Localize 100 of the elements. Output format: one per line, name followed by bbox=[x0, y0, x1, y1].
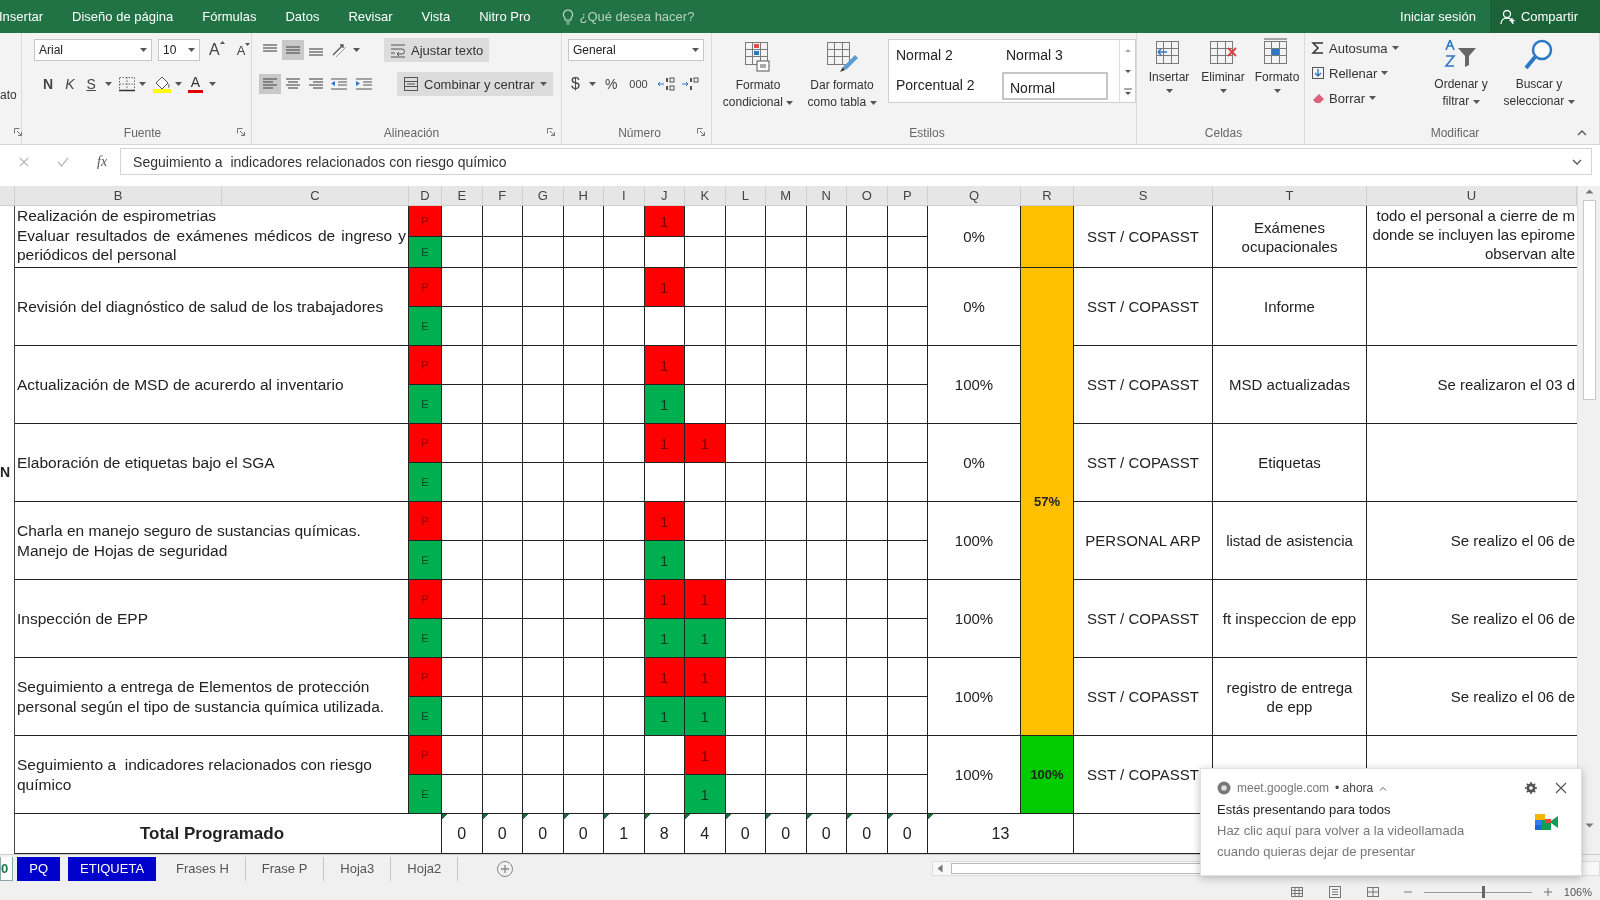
ribbon-tab[interactable]: Vista bbox=[421, 9, 451, 24]
caret-icon[interactable] bbox=[588, 82, 596, 86]
clear-button[interactable]: Borrar bbox=[1311, 88, 1419, 108]
close-icon[interactable] bbox=[1555, 782, 1567, 794]
page-break-icon[interactable] bbox=[1365, 886, 1380, 898]
scroll-down-icon[interactable] bbox=[1584, 823, 1594, 829]
caret-icon[interactable] bbox=[188, 48, 195, 52]
dialog-launcher-icon[interactable] bbox=[14, 128, 22, 136]
sign-in-link[interactable]: Iniciar sesión bbox=[1400, 9, 1476, 24]
bold-button[interactable]: N bbox=[40, 74, 57, 94]
format-as-table-button[interactable]: Dar formato como tabla bbox=[802, 39, 882, 111]
currency-button[interactable]: $ bbox=[568, 73, 583, 95]
sheet-tab[interactable]: Hoja2 bbox=[391, 856, 459, 881]
settings-icon[interactable] bbox=[1525, 782, 1537, 794]
expand-formula-bar-icon[interactable] bbox=[1572, 158, 1582, 165]
borders-icon[interactable] bbox=[117, 76, 136, 92]
caret-icon[interactable] bbox=[869, 100, 877, 105]
caret-icon[interactable] bbox=[138, 82, 146, 86]
scrollbar-thumb[interactable] bbox=[1582, 200, 1596, 400]
find-select-button[interactable]: Buscar y seleccionar bbox=[1503, 38, 1575, 110]
font-color-button[interactable]: A bbox=[187, 75, 204, 93]
caret-up-icon[interactable] bbox=[219, 41, 225, 44]
align-center-icon[interactable] bbox=[285, 77, 301, 91]
ribbon-tab[interactable]: Fórmulas bbox=[202, 9, 257, 24]
caret-icon[interactable] bbox=[1391, 46, 1399, 50]
slider-thumb[interactable] bbox=[1482, 886, 1486, 898]
increase-indent-icon[interactable] bbox=[355, 77, 373, 91]
ribbon-tab[interactable]: Insertar bbox=[0, 9, 44, 24]
tell-me-field[interactable]: ¿Qué desea hacer? bbox=[579, 9, 720, 24]
fill-color-icon[interactable] bbox=[151, 75, 172, 93]
ribbon-tab[interactable]: Revisar bbox=[348, 9, 393, 24]
cell-style-option[interactable]: Normal bbox=[1002, 72, 1108, 100]
caret-icon[interactable] bbox=[353, 48, 360, 52]
dialog-launcher-icon[interactable] bbox=[237, 128, 245, 136]
add-sheet-icon[interactable] bbox=[496, 859, 515, 878]
percent-button[interactable]: % bbox=[601, 74, 621, 94]
sort-filter-button[interactable]: Ordenar y filtrar bbox=[1425, 38, 1497, 110]
merge-center-button[interactable]: Combinar y centrar bbox=[397, 72, 553, 96]
share-button[interactable]: Compartir bbox=[1489, 0, 1600, 33]
ribbon-tab[interactable]: Nitro Pro bbox=[479, 9, 531, 24]
zoom-in-icon[interactable] bbox=[1543, 888, 1552, 896]
caret-icon[interactable] bbox=[174, 82, 182, 86]
caret-down-icon[interactable] bbox=[245, 42, 251, 46]
caret-icon[interactable] bbox=[1165, 89, 1173, 93]
caret-icon[interactable] bbox=[209, 82, 217, 86]
cell-style-option[interactable]: Normal 2 bbox=[890, 41, 1000, 71]
font-size-field[interactable]: 10 bbox=[158, 39, 200, 61]
collapse-ribbon-icon[interactable] bbox=[1577, 130, 1587, 136]
notification-card[interactable]: meet.google.com • ahora Estás presentando para todos Haz clic aquí para volver a la videollamada cuando quieras dejar de presentar bbox=[1200, 768, 1582, 876]
thousands-button[interactable]: 000 bbox=[626, 76, 651, 92]
ribbon-tab[interactable]: Datos bbox=[285, 9, 320, 24]
page-layout-icon[interactable] bbox=[1327, 886, 1342, 898]
caret-icon[interactable] bbox=[1273, 89, 1281, 93]
caret-icon[interactable] bbox=[786, 100, 794, 105]
delete-cells-button[interactable]: Eliminar bbox=[1197, 38, 1249, 93]
sheet-tab[interactable]: 0 bbox=[0, 856, 14, 881]
ribbon-tab[interactable]: Diseño de página bbox=[72, 9, 174, 24]
caret-icon[interactable] bbox=[1369, 96, 1377, 100]
dialog-launcher-icon[interactable] bbox=[697, 128, 705, 136]
caret-icon[interactable] bbox=[104, 82, 112, 86]
table-cell: E bbox=[409, 307, 442, 346]
sheet-tab[interactable]: Frase P bbox=[245, 856, 325, 881]
sheet-tab[interactable]: ETIQUETA bbox=[68, 856, 157, 881]
italic-button[interactable]: K bbox=[62, 74, 78, 94]
caret-icon[interactable] bbox=[539, 82, 547, 86]
caret-icon[interactable] bbox=[1381, 71, 1389, 75]
underline-button[interactable]: S bbox=[83, 74, 99, 94]
conditional-format-button[interactable]: Formato condicional bbox=[718, 39, 798, 111]
sheet-tab[interactable]: Hoja3 bbox=[324, 856, 392, 881]
align-right-icon[interactable] bbox=[308, 77, 324, 91]
sheet-tab[interactable]: Frases H bbox=[160, 856, 246, 881]
caret-icon[interactable] bbox=[692, 48, 699, 52]
number-format-field[interactable]: General bbox=[568, 39, 704, 61]
scroll-up-icon[interactable] bbox=[1584, 188, 1594, 194]
vertical-scrollbar[interactable] bbox=[1577, 186, 1600, 854]
decrease-font-size-button[interactable]: A bbox=[233, 40, 254, 60]
decrease-indent-icon[interactable] bbox=[330, 77, 348, 91]
formula-field[interactable]: Seguimiento a indicadores relacionados con riesgo químico bbox=[120, 148, 1592, 175]
caret-icon[interactable] bbox=[1219, 89, 1227, 93]
cell-style-option[interactable]: Normal 3 bbox=[1000, 41, 1110, 71]
cell-style-option[interactable]: Porcentual 2 bbox=[890, 71, 1000, 101]
format-cells-button[interactable]: Formato bbox=[1251, 38, 1303, 93]
font-name-field[interactable]: Arial bbox=[34, 39, 152, 61]
normal-view-icon[interactable] bbox=[1289, 886, 1304, 898]
fill-button[interactable]: Rellenar bbox=[1311, 63, 1419, 83]
autosum-button[interactable]: Autosuma bbox=[1311, 38, 1419, 58]
scroll-left-icon[interactable] bbox=[937, 864, 944, 873]
decrease-decimal-icon[interactable] bbox=[680, 76, 699, 92]
increase-font-size-button[interactable]: A bbox=[206, 39, 228, 61]
caret-icon[interactable] bbox=[140, 48, 147, 52]
insert-function-button[interactable]: fx bbox=[97, 153, 108, 170]
insert-cells-button[interactable]: Insertar bbox=[1143, 38, 1195, 93]
increase-decimal-icon[interactable] bbox=[656, 76, 675, 92]
sheet-tab[interactable]: PQ bbox=[17, 856, 61, 881]
dialog-launcher-icon[interactable] bbox=[547, 128, 555, 136]
wrap-text-button[interactable]: Ajustar texto bbox=[384, 38, 490, 62]
caret-icon[interactable] bbox=[1567, 99, 1575, 104]
zoom-level[interactable]: 106% bbox=[1563, 886, 1592, 898]
button-label[interactable]: ato bbox=[0, 88, 17, 102]
caret-icon[interactable] bbox=[1472, 99, 1480, 104]
